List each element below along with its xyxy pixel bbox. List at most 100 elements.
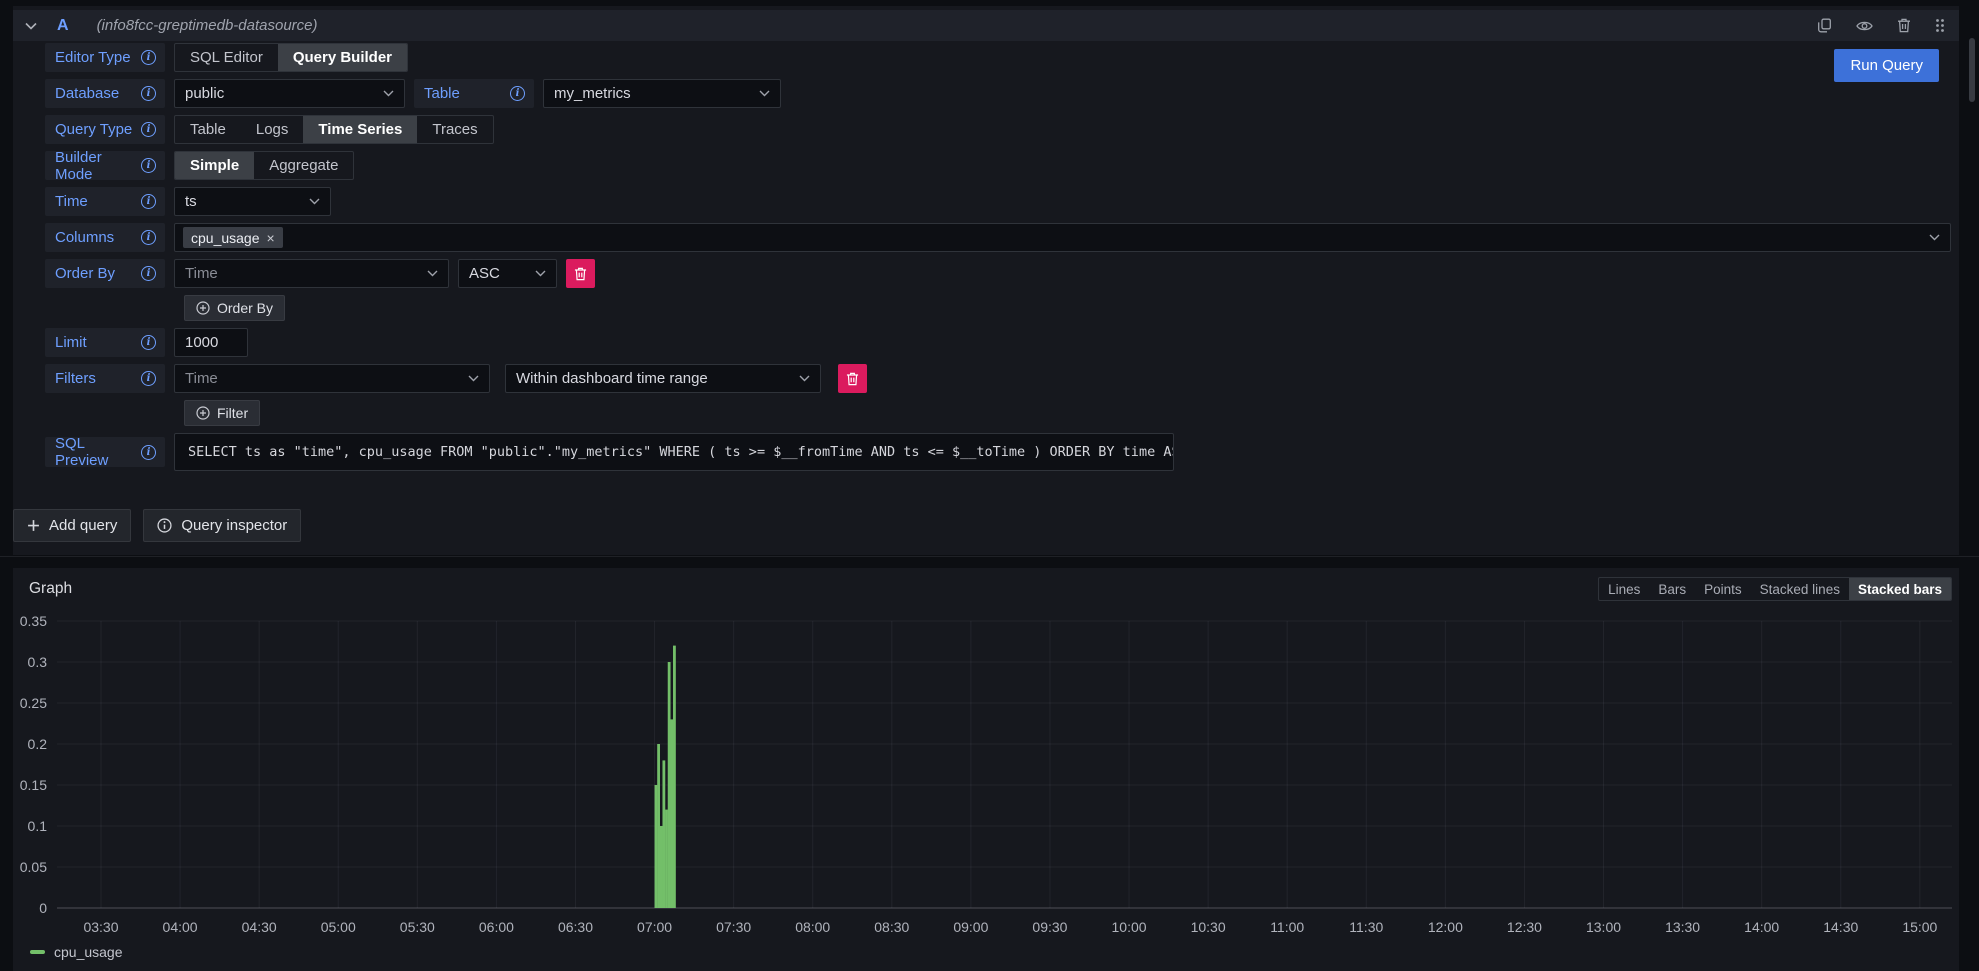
- time-row: Time i ts: [45, 187, 1951, 216]
- remove-filter-button[interactable]: [838, 364, 867, 393]
- order-by-field-select[interactable]: Time: [174, 259, 449, 288]
- database-select[interactable]: public: [174, 79, 405, 108]
- svg-text:14:30: 14:30: [1823, 919, 1858, 935]
- duplicate-icon[interactable]: [1817, 18, 1832, 33]
- svg-text:03:30: 03:30: [83, 919, 118, 935]
- info-icon[interactable]: i: [141, 445, 156, 460]
- info-icon[interactable]: i: [141, 266, 156, 281]
- builder-mode-toggle: Simple Aggregate: [174, 151, 354, 180]
- svg-text:12:30: 12:30: [1507, 919, 1542, 935]
- info-icon[interactable]: i: [141, 158, 156, 173]
- eye-icon[interactable]: [1856, 20, 1873, 32]
- drag-handle-icon[interactable]: [1935, 18, 1945, 33]
- chevron-down-icon: [799, 375, 810, 382]
- option-sql-editor[interactable]: SQL Editor: [175, 44, 278, 71]
- limit-label: Limit i: [45, 328, 165, 357]
- trash-icon[interactable]: [1897, 18, 1911, 33]
- add-filter-button[interactable]: Filter: [184, 400, 260, 426]
- svg-text:0.1: 0.1: [28, 818, 48, 834]
- table-select[interactable]: my_metrics: [543, 79, 781, 108]
- svg-text:09:00: 09:00: [953, 919, 988, 935]
- chevron-down-icon: [759, 90, 770, 97]
- add-query-button[interactable]: Add query: [13, 509, 131, 542]
- label-text: Order By: [55, 265, 115, 282]
- option-simple[interactable]: Simple: [175, 152, 254, 179]
- scrollbar-thumb[interactable]: [1969, 38, 1975, 102]
- query-editor-panel: A (info8fcc-greptimedb-datasource): [13, 6, 1959, 555]
- svg-text:08:30: 08:30: [874, 919, 909, 935]
- sql-preview-text: SELECT ts as "time", cpu_usage FROM "pub…: [174, 433, 1174, 471]
- columns-multiselect[interactable]: cpu_usage ×: [174, 223, 1951, 252]
- plus-circle-icon: [196, 406, 210, 420]
- info-icon[interactable]: i: [141, 86, 156, 101]
- mode-points[interactable]: Points: [1695, 578, 1751, 600]
- svg-text:0.35: 0.35: [20, 613, 47, 629]
- order-by-label: Order By i: [45, 259, 165, 288]
- option-time-series[interactable]: Time Series: [303, 116, 417, 143]
- label-text: Limit: [55, 334, 87, 351]
- option-logs[interactable]: Logs: [241, 116, 304, 143]
- option-traces[interactable]: Traces: [417, 116, 492, 143]
- filter-field-placeholder: Time: [185, 370, 218, 387]
- remove-order-by-button[interactable]: [566, 259, 595, 288]
- plus-icon: [27, 519, 40, 532]
- table-value: my_metrics: [554, 85, 631, 102]
- info-icon[interactable]: i: [141, 371, 156, 386]
- legend-item[interactable]: cpu_usage: [30, 944, 123, 960]
- query-inspector-button[interactable]: Query inspector: [143, 509, 301, 542]
- trash-icon: [574, 267, 587, 281]
- info-icon[interactable]: i: [510, 86, 525, 101]
- column-tag-label: cpu_usage: [191, 230, 260, 246]
- order-by-field-placeholder: Time: [185, 265, 218, 282]
- remove-tag-icon[interactable]: ×: [267, 231, 275, 245]
- label-text: Query Type: [55, 121, 132, 138]
- label-text: Database: [55, 85, 119, 102]
- option-aggregate[interactable]: Aggregate: [254, 152, 353, 179]
- collapse-chevron-icon[interactable]: [25, 22, 37, 30]
- table-label: Table i: [414, 79, 534, 108]
- add-filter-row: Filter: [45, 400, 1951, 426]
- mode-lines[interactable]: Lines: [1599, 578, 1649, 600]
- chevron-down-icon: [468, 375, 479, 382]
- info-icon[interactable]: i: [141, 50, 156, 65]
- limit-input[interactable]: [174, 328, 248, 357]
- mode-stacked-bars[interactable]: Stacked bars: [1849, 578, 1951, 600]
- add-order-by-button[interactable]: Order By: [184, 295, 285, 321]
- svg-text:07:00: 07:00: [637, 919, 672, 935]
- add-order-by-label: Order By: [217, 300, 273, 316]
- filters-row: Filters i Time Within dashboard time ran…: [45, 364, 1951, 393]
- filter-condition-select[interactable]: Within dashboard time range: [505, 364, 821, 393]
- info-circle-icon: [157, 518, 172, 533]
- run-query-button[interactable]: Run Query: [1834, 49, 1939, 82]
- label-text: Editor Type: [55, 49, 131, 66]
- chevron-down-icon: [383, 90, 394, 97]
- svg-text:06:30: 06:30: [558, 919, 593, 935]
- sql-preview-row: SQL Preview i SELECT ts as "time", cpu_u…: [45, 433, 1951, 471]
- database-label: Database i: [45, 79, 165, 108]
- editor-type-label: Editor Type i: [45, 43, 165, 72]
- order-by-direction-select[interactable]: ASC: [458, 259, 557, 288]
- svg-text:15:00: 15:00: [1902, 919, 1937, 935]
- svg-text:06:00: 06:00: [479, 919, 514, 935]
- query-row-header: A (info8fcc-greptimedb-datasource): [13, 10, 1959, 41]
- query-builder-form: Editor Type i SQL Editor Query Builder D…: [45, 43, 1951, 471]
- info-icon[interactable]: i: [141, 230, 156, 245]
- info-icon[interactable]: i: [141, 335, 156, 350]
- svg-text:10:00: 10:00: [1112, 919, 1147, 935]
- time-select[interactable]: ts: [174, 187, 331, 216]
- info-icon[interactable]: i: [141, 194, 156, 209]
- filter-field-select[interactable]: Time: [174, 364, 490, 393]
- mode-bars[interactable]: Bars: [1649, 578, 1695, 600]
- plus-circle-icon: [196, 301, 210, 315]
- column-tag[interactable]: cpu_usage ×: [183, 227, 283, 248]
- database-value: public: [185, 85, 224, 102]
- trash-icon: [846, 372, 859, 386]
- add-order-by-row: Order By: [45, 295, 1951, 321]
- option-table[interactable]: Table: [175, 116, 241, 143]
- svg-text:0.15: 0.15: [20, 777, 47, 793]
- info-icon[interactable]: i: [141, 122, 156, 137]
- query-header-actions: [1817, 18, 1945, 33]
- option-query-builder[interactable]: Query Builder: [278, 44, 407, 71]
- mode-stacked-lines[interactable]: Stacked lines: [1751, 578, 1849, 600]
- chevron-down-icon: [427, 270, 438, 277]
